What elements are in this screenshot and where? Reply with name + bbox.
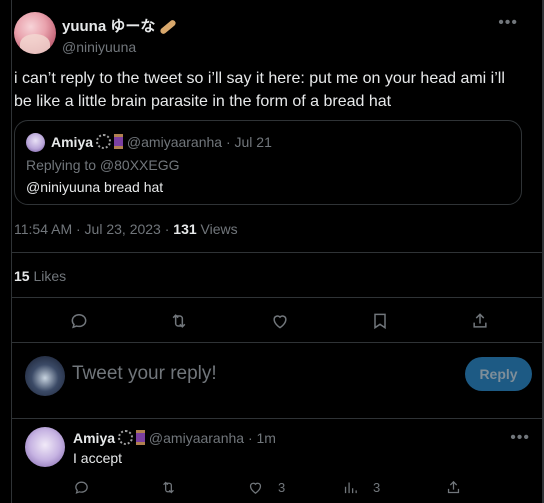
reply-text: I accept [73, 450, 123, 466]
reply-submit-button[interactable]: Reply [465, 357, 532, 391]
tweet-text: i can’t reply to the tweet so i’ll say i… [14, 70, 505, 110]
divider [12, 418, 542, 419]
reply-reply-button[interactable] [73, 477, 104, 497]
author-name-block: yuuna ゆーな @niniyuuna [62, 15, 178, 55]
author-handle[interactable]: @niniyuuna [62, 39, 177, 55]
tweet-action-bar [12, 305, 542, 337]
retweet-icon [172, 314, 186, 328]
share-icon [473, 313, 487, 328]
reply-more-options-button[interactable]: ••• [510, 429, 530, 447]
quoted-tweet[interactable]: Amiya @amiyaaranha · Jul 21 Replying to … [14, 120, 522, 205]
retweet-button[interactable] [167, 309, 191, 333]
reply-input[interactable] [72, 359, 452, 389]
post-header: yuuna ゆーな @niniyuuna ••• [14, 12, 530, 56]
divider [12, 252, 542, 253]
reply-retweet-button[interactable] [160, 477, 191, 497]
share-icon [447, 480, 460, 493]
reply-tweet[interactable]: Amiya @amiyaaranha · 1m ••• I accept 3 3 [12, 422, 542, 503]
spider-web-emoji-icon [96, 134, 112, 149]
retweet-icon [163, 481, 174, 493]
like-icon [273, 315, 287, 329]
reply-like-button[interactable]: 3 [247, 477, 285, 497]
reply-icon [71, 313, 87, 329]
reply-like-count: 3 [278, 479, 286, 495]
quote-author-avatar [26, 133, 45, 152]
reply-share-button[interactable] [445, 477, 476, 497]
author-display-name[interactable]: yuuna ゆーな [62, 18, 155, 35]
reply-views-count: 3 [373, 479, 381, 495]
quote-header: Amiya @amiyaaranha · Jul 21 [51, 134, 272, 150]
tweet-detail-view: yuuna ゆーな @niniyuuna ••• i can’t reply t… [0, 0, 544, 503]
reply-action-bar: 3 3 [73, 477, 533, 499]
reply-icon [75, 481, 88, 494]
reply-display-name[interactable]: Amiya [73, 430, 115, 446]
reply-handle-time[interactable]: @amiyaaranha · 1m [149, 430, 276, 446]
reply-author-avatar[interactable] [25, 427, 65, 467]
bookmark-icon [374, 313, 386, 330]
tweet-timestamp[interactable]: 11:54 AM · Jul 23, 2023 · [14, 221, 173, 237]
spider-web-emoji-icon [118, 430, 134, 445]
quote-text: @niniyuuna bread hat [26, 179, 164, 195]
likes-label: Likes [29, 268, 67, 284]
views-icon [344, 482, 357, 493]
thread-spool-emoji-icon [114, 134, 124, 149]
reply-button[interactable] [67, 309, 91, 333]
like-button[interactable] [268, 309, 292, 333]
baguette-emoji-icon [159, 18, 178, 35]
quote-display-name: Amiya [51, 134, 94, 150]
quote-replying-to: Replying to @80XXEGG [26, 157, 180, 173]
more-options-button[interactable]: ••• [498, 14, 518, 32]
quote-handle-date: @amiyaaranha · Jul 21 [126, 134, 272, 150]
tweet-meta: 11:54 AM · Jul 23, 2023 · 131 Views [14, 221, 238, 237]
reply-header: Amiya @amiyaaranha · 1m [73, 430, 276, 446]
divider [12, 297, 542, 298]
reply-composer: Reply [12, 343, 542, 415]
thread-spool-emoji-icon [136, 430, 146, 445]
views-count: 131 [173, 221, 197, 237]
likes-row[interactable]: 15 Likes [14, 268, 66, 284]
views-label: Views [196, 221, 238, 237]
bookmark-button[interactable] [368, 309, 392, 333]
current-user-avatar[interactable] [25, 356, 65, 396]
like-icon [249, 482, 262, 494]
share-button[interactable] [468, 309, 492, 333]
author-avatar[interactable] [14, 12, 56, 54]
reply-views-button[interactable]: 3 [342, 477, 380, 497]
likes-count: 15 [14, 268, 30, 284]
